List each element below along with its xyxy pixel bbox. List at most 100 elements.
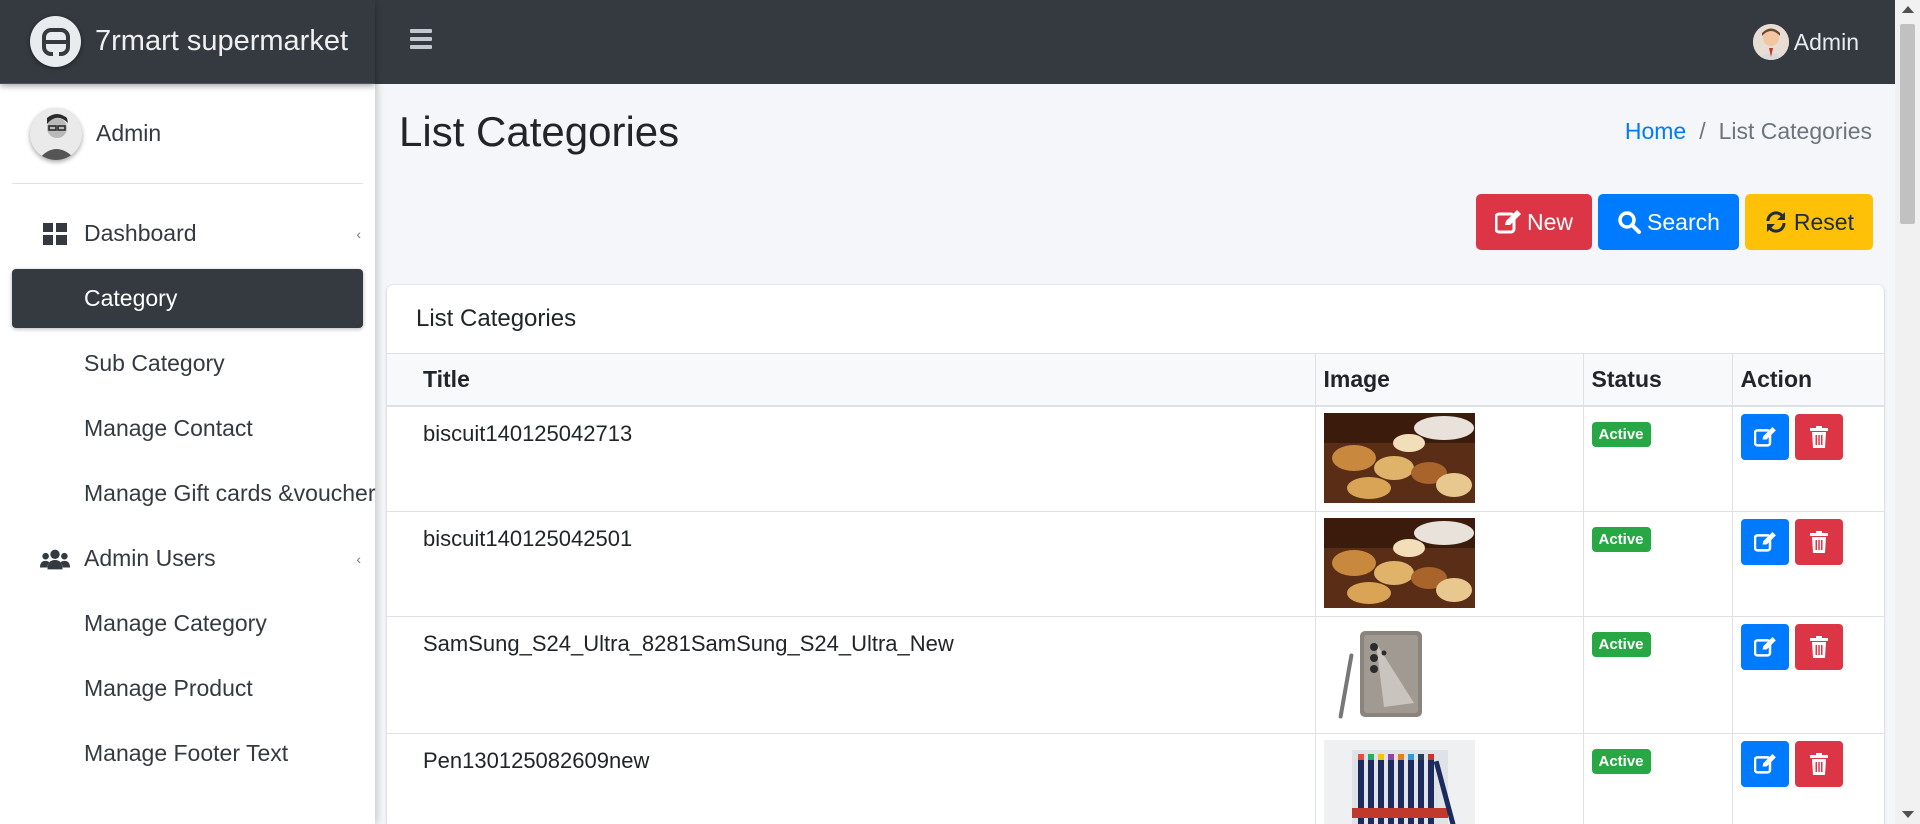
sidebar-item-label: Admin Users <box>84 545 216 571</box>
status-badge: Active <box>1591 526 1651 552</box>
main-content: List Categories Home / List Categories N… <box>375 84 1895 824</box>
search-icon <box>1618 211 1642 234</box>
scroll-up-arrow-icon[interactable] <box>1902 6 1914 13</box>
row-status-cell: Active <box>1583 511 1733 617</box>
row-image-cell <box>1315 406 1584 512</box>
sidebar-item-manage-product[interactable]: Manage Product <box>12 659 363 718</box>
categories-table: Title Image Status Action biscuit1401250… <box>387 354 1884 824</box>
row-action-cell <box>1732 733 1884 824</box>
status-badge: Active <box>1591 748 1651 774</box>
column-header-image: Image <box>1315 354 1584 407</box>
dashboard-icon <box>40 222 70 245</box>
new-button-label: New <box>1527 208 1574 235</box>
page-scrollbar[interactable] <box>1895 0 1920 824</box>
edit-button[interactable] <box>1740 623 1789 670</box>
edit-icon <box>1753 636 1776 657</box>
edit-icon <box>1753 427 1776 447</box>
row-action-cell <box>1732 406 1884 512</box>
sidebar-nav: Dashboard ‹ Category Sub Category Manage… <box>0 204 375 783</box>
sidebar-user-avatar <box>30 107 82 160</box>
edit-button[interactable] <box>1740 740 1789 787</box>
status-badge: Active <box>1591 631 1651 657</box>
row-image-cell <box>1315 733 1584 824</box>
delete-button[interactable] <box>1794 414 1843 460</box>
users-icon <box>40 548 70 570</box>
sidebar-item-gift-cards[interactable]: Manage Gift cards &voucher <box>12 464 375 523</box>
edit-button[interactable] <box>1740 518 1789 565</box>
column-header-action: Action <box>1732 354 1884 407</box>
sidebar-user-name: Admin <box>96 120 162 146</box>
chevron-left-icon: ‹ <box>356 551 361 567</box>
admin-avatar <box>1752 24 1789 60</box>
row-title: biscuit140125042713 <box>387 406 1316 512</box>
row-status-cell: Active <box>1583 406 1733 512</box>
search-button-label: Search <box>1647 208 1720 235</box>
refresh-icon <box>1766 211 1786 233</box>
breadcrumb-separator: / <box>1699 118 1706 144</box>
trash-icon <box>1809 635 1828 658</box>
scroll-down-arrow-icon[interactable] <box>1902 811 1914 818</box>
edit-icon <box>1753 753 1776 774</box>
table-header-row: Title Image Status Action <box>387 354 1884 407</box>
sidebar-item-label: Manage Category <box>84 610 267 636</box>
row-action-cell <box>1732 616 1884 734</box>
sidebar-item-label: Sub Category <box>84 350 225 376</box>
pens-image <box>1323 739 1475 824</box>
scrollbar-thumb[interactable] <box>1900 24 1915 224</box>
edit-button[interactable] <box>1740 414 1789 460</box>
row-action-cell <box>1732 511 1884 617</box>
sidebar-item-label: Manage Gift cards &voucher <box>84 480 376 506</box>
user-menu-name: Admin <box>1793 28 1859 55</box>
new-button[interactable]: New <box>1476 194 1593 250</box>
row-status-cell: Active <box>1583 733 1733 824</box>
column-header-title: Title <box>387 354 1316 407</box>
delete-button[interactable] <box>1794 623 1843 670</box>
sidebar-item-sub-category[interactable]: Sub Category <box>12 334 363 393</box>
delete-button[interactable] <box>1794 518 1843 565</box>
delete-button[interactable] <box>1794 740 1843 787</box>
toolbar: New Search Reset <box>1476 194 1873 250</box>
column-header-status: Status <box>1583 354 1733 407</box>
sidebar-item-label: Manage Product <box>84 675 253 701</box>
edit-icon <box>1753 531 1776 552</box>
sidebar-item-category[interactable]: Category <box>12 269 363 328</box>
biscuits-image <box>1323 517 1475 608</box>
brand-link[interactable]: 7rmart supermarket <box>0 0 375 84</box>
sidebar-item-label: Manage Contact <box>84 415 253 441</box>
trash-icon <box>1809 752 1828 775</box>
trash-icon <box>1809 426 1828 448</box>
user-menu[interactable]: Admin <box>1752 24 1859 60</box>
phone-image <box>1323 622 1475 723</box>
brand-name: 7rmart supermarket <box>95 25 349 57</box>
biscuits-image <box>1323 413 1475 503</box>
table-row: biscuit140125042501 Active <box>387 511 1884 617</box>
edit-icon <box>1495 210 1522 234</box>
reset-button[interactable]: Reset <box>1744 194 1873 250</box>
sidebar-item-manage-contact[interactable]: Manage Contact <box>12 399 363 458</box>
trash-icon <box>1809 530 1828 553</box>
sidebar-item-manage-footer-text[interactable]: Manage Footer Text <box>12 724 363 783</box>
breadcrumb-current: List Categories <box>1718 118 1872 144</box>
sidebar-item-label: Dashboard <box>84 220 197 246</box>
card-title: List Categories <box>387 285 1884 354</box>
table-row: Pen130125082609new Active <box>387 733 1884 824</box>
sidebar-item-label: Category <box>84 285 178 311</box>
sidebar-item-dashboard[interactable]: Dashboard ‹ <box>12 204 363 263</box>
table-row: biscuit140125042713 Active <box>387 406 1884 512</box>
sidebar-item-manage-category[interactable]: Manage Category <box>12 594 363 653</box>
search-button[interactable]: Search <box>1598 194 1739 250</box>
row-title: biscuit140125042501 <box>387 511 1316 617</box>
chevron-left-icon: ‹ <box>356 226 361 242</box>
sidebar-item-admin-users[interactable]: Admin Users ‹ <box>12 529 363 588</box>
brand-logo-icon <box>30 16 81 67</box>
categories-card: List Categories Title Image Status Actio… <box>387 285 1884 824</box>
row-title: Pen130125082609new <box>387 733 1316 824</box>
breadcrumb-home-link[interactable]: Home <box>1625 118 1686 145</box>
hamburger-menu-icon[interactable] <box>408 27 434 51</box>
row-status-cell: Active <box>1583 616 1733 734</box>
row-image-cell <box>1315 616 1584 734</box>
reset-button-label: Reset <box>1793 208 1854 235</box>
row-title: SamSung_S24_Ultra_8281SamSung_S24_Ultra_… <box>387 616 1316 734</box>
breadcrumb: Home / List Categories <box>1625 118 1872 145</box>
sidebar-item-label: Manage Footer Text <box>84 740 289 766</box>
